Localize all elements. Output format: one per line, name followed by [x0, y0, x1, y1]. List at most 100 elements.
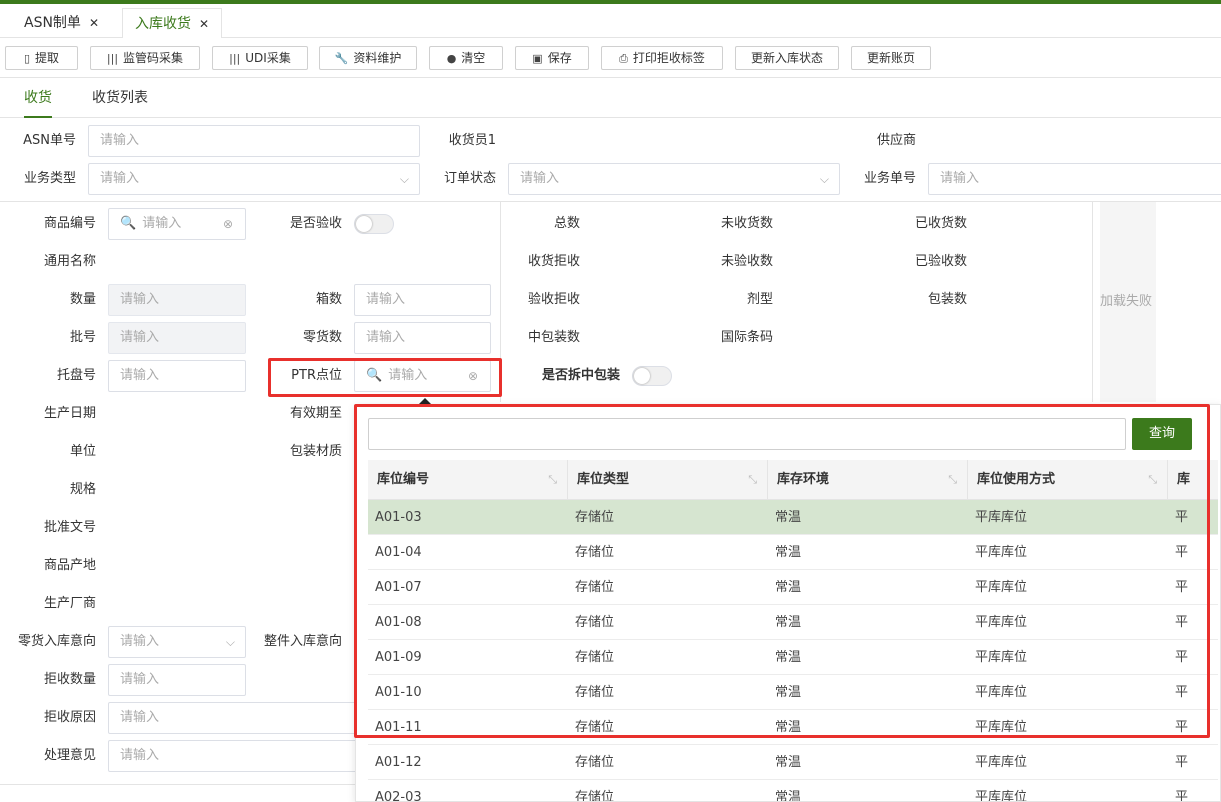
- save-button[interactable]: ▣ 保存: [515, 46, 589, 70]
- stat-intl-code: 国际条码: [720, 330, 773, 345]
- asn-no-input[interactable]: 请输入: [88, 125, 420, 157]
- stat-total: 总数: [553, 216, 580, 231]
- barcode-icon: |||: [229, 52, 241, 65]
- table-cell: 存储位: [575, 790, 615, 802]
- table-cell: A02-03: [375, 790, 422, 802]
- toolbar: ▯ 提取 ||| 监管码采集 ||| UDI采集 🔧 资料维护 ● 清空 ▣ 保存 ⎙ 打印拒…: [0, 38, 1221, 78]
- close-icon[interactable]: ✕: [89, 16, 99, 30]
- qty-label: 数量: [69, 292, 96, 307]
- asn-no-label: ASN单号: [23, 133, 76, 148]
- batch-input[interactable]: 请输入: [108, 322, 246, 354]
- loose-label: 零货数: [302, 330, 342, 345]
- loose-input[interactable]: 请输入: [354, 322, 491, 354]
- pallet-input[interactable]: 请输入: [108, 360, 246, 392]
- button-label: 监管码采集: [123, 51, 184, 65]
- biz-no-label: 业务单号: [863, 171, 916, 186]
- chevron-down-icon: ⌵: [225, 635, 235, 649]
- stat-dosage: 剂型: [746, 292, 773, 307]
- opinion-label: 处理意见: [43, 748, 96, 763]
- unit-label: 单位: [69, 444, 96, 459]
- table-cell: 存储位: [575, 755, 615, 770]
- table-cell: A01-12: [375, 755, 422, 770]
- table-cell: 平库库位: [975, 755, 1028, 770]
- stat-receive-reject: 收货拒收: [527, 254, 580, 269]
- close-icon[interactable]: ✕: [199, 17, 209, 31]
- table-cell: 平库库位: [975, 790, 1028, 802]
- print-reject-label-button[interactable]: ⎙ 打印拒收标签: [601, 46, 723, 70]
- load-failed-text: 加载失败: [1100, 294, 1153, 309]
- supplier-label: 供应商: [876, 133, 916, 148]
- tab-receive-list[interactable]: 收货列表: [92, 78, 148, 118]
- reject-qty-label: 拒收数量: [43, 672, 96, 687]
- spec-label: 规格: [69, 482, 96, 497]
- table-row[interactable]: A02-03 存储位 常温 平库库位 平: [368, 780, 1218, 802]
- clear-circle-icon[interactable]: ⊗: [223, 209, 233, 239]
- tab-receive[interactable]: 收货: [24, 78, 52, 118]
- select-placeholder: 请输入: [100, 171, 140, 186]
- button-label: 资料维护: [353, 51, 402, 65]
- opinion-input[interactable]: 请输入: [108, 740, 368, 772]
- tab-asn[interactable]: ASN制单 ✕: [12, 8, 111, 39]
- reject-reason-input[interactable]: 请输入: [108, 702, 368, 734]
- window-tab-bar: ASN制单 ✕ 入库收货 ✕: [0, 4, 1221, 39]
- whole-intent-label: 整件入库意向: [263, 634, 342, 649]
- document-icon: ▯: [23, 52, 31, 65]
- column-divider: [1092, 202, 1093, 402]
- product-code-label: 商品编号: [43, 216, 96, 231]
- button-label: 更新入库状态: [750, 51, 823, 65]
- stat-inspected: 已验收数: [914, 254, 967, 269]
- receiver-label: 收货员1: [448, 133, 496, 148]
- loose-intent-select[interactable]: 请输入 ⌵: [108, 626, 246, 658]
- stat-inspect-reject: 验收拒收: [527, 292, 580, 307]
- section-divider: [0, 784, 355, 785]
- pack-material-label: 包装材质: [289, 444, 342, 459]
- input-placeholder: 请输入: [142, 216, 182, 231]
- order-status-select[interactable]: 请输入 ⌵: [508, 163, 840, 195]
- data-maintenance-button[interactable]: 🔧 资料维护: [319, 46, 417, 70]
- origin-label: 商品产地: [43, 558, 96, 573]
- extract-button[interactable]: ▯ 提取: [5, 46, 78, 70]
- table-cell: 常温: [775, 755, 802, 770]
- right-panel: 加载失败: [1100, 202, 1221, 402]
- button-label: 更新账页: [866, 51, 915, 65]
- table-cell: 平: [1175, 755, 1189, 770]
- pallet-label: 托盘号: [56, 368, 96, 383]
- table-row[interactable]: A01-12 存储位 常温 平库库位 平: [368, 745, 1218, 780]
- stat-pack-count: 包装数: [927, 292, 967, 307]
- search-icon: 🔍: [120, 216, 137, 231]
- update-status-button[interactable]: 更新入库状态: [735, 46, 839, 70]
- button-label: 保存: [547, 51, 572, 65]
- biz-type-select[interactable]: 请输入 ⌵: [88, 163, 420, 195]
- supervision-code-button[interactable]: ||| 监管码采集: [90, 46, 200, 70]
- select-placeholder: 请输入: [520, 171, 560, 186]
- section-divider: [0, 201, 1221, 202]
- split-mid-pack-toggle[interactable]: [632, 366, 672, 386]
- split-mid-pack-label: 是否拆中包装: [541, 368, 620, 383]
- tab-receiving[interactable]: 入库收货 ✕: [122, 8, 223, 39]
- barcode-icon: |||: [106, 52, 119, 65]
- approval-label: 批准文号: [43, 520, 96, 535]
- udi-collect-button[interactable]: ||| UDI采集: [212, 46, 308, 70]
- update-ledger-button[interactable]: 更新账页: [851, 46, 931, 70]
- order-status-label: 订单状态: [443, 171, 496, 186]
- clear-button[interactable]: ● 清空: [429, 46, 503, 70]
- product-code-input[interactable]: 🔍 请输入 ⊗: [108, 208, 246, 240]
- inspect-label: 是否验收: [289, 216, 342, 231]
- info-icon: ●: [446, 52, 457, 65]
- wrench-icon: 🔧: [334, 52, 349, 65]
- table-cell: 平: [1175, 790, 1189, 802]
- tab-label: ASN制单: [24, 15, 81, 31]
- reject-qty-input[interactable]: 请输入: [108, 664, 246, 696]
- stat-mid-pack: 中包装数: [527, 330, 580, 345]
- inspect-toggle[interactable]: [354, 214, 394, 234]
- qty-input[interactable]: 请输入: [108, 284, 246, 316]
- save-icon: ▣: [532, 52, 543, 65]
- box-input[interactable]: 请输入: [354, 284, 491, 316]
- biz-type-label: 业务类型: [23, 171, 76, 186]
- ptr-highlight-box: [268, 358, 502, 397]
- expiry-label: 有效期至: [289, 406, 342, 421]
- button-label: UDI采集: [245, 51, 291, 65]
- button-label: 提取: [35, 51, 60, 65]
- common-name-label: 通用名称: [43, 254, 96, 269]
- biz-no-input[interactable]: 请输入: [928, 163, 1221, 195]
